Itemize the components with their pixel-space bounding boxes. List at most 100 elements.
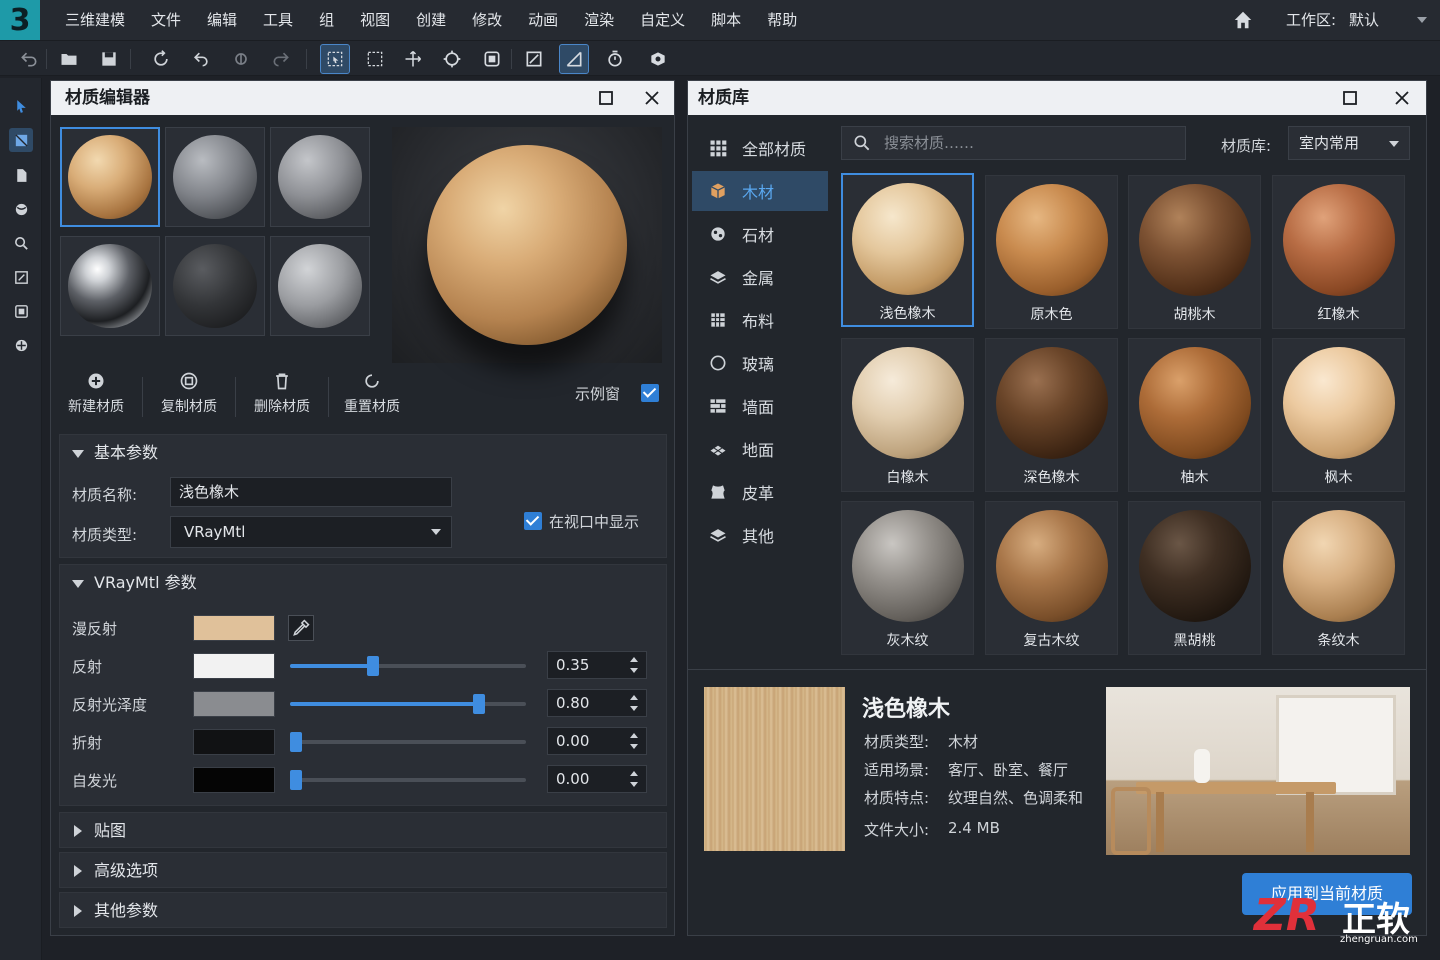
material-tile-maple[interactable]: 枫木 <box>1272 338 1405 492</box>
maximize-icon[interactable] <box>597 89 615 107</box>
save-icon[interactable] <box>94 44 124 74</box>
frame-icon[interactable] <box>9 265 33 289</box>
rotate-gizmo-icon[interactable] <box>437 44 467 74</box>
material-name-input[interactable]: 浅色橡木 <box>170 477 452 507</box>
copy-material-button[interactable]: 复制材质 <box>144 371 234 416</box>
menu-item-render[interactable]: 渲染 <box>571 0 627 40</box>
pointer-icon[interactable] <box>9 94 33 118</box>
align-icon[interactable] <box>519 44 549 74</box>
decrement-icon[interactable] <box>630 744 638 749</box>
eyedropper-button[interactable] <box>288 615 314 641</box>
self-illumination-slider-handle[interactable] <box>290 770 302 790</box>
material-tile-teak[interactable]: 柚木 <box>1128 338 1261 492</box>
advanced-options-section[interactable]: 高级选项 <box>59 852 667 888</box>
redo-icon[interactable] <box>186 44 216 74</box>
basic-params-header[interactable]: 基本参数 <box>60 435 666 471</box>
glossiness-slider[interactable] <box>290 694 526 714</box>
menu-item-create[interactable]: 创建 <box>403 0 459 40</box>
menu-item-modeling[interactable]: 三维建模 <box>52 0 138 40</box>
show-in-viewport-checkbox[interactable] <box>524 512 542 530</box>
redo-disabled-icon[interactable] <box>266 44 296 74</box>
reflection-value-input[interactable]: 0.35 <box>547 651 647 679</box>
decrement-icon[interactable] <box>630 668 638 673</box>
open-folder-icon[interactable] <box>54 44 84 74</box>
category-wall[interactable]: 墙面 <box>692 386 828 426</box>
select-object-icon[interactable] <box>320 44 350 74</box>
maximize-icon[interactable] <box>1341 89 1359 107</box>
category-metal[interactable]: 金属 <box>692 257 828 297</box>
library-select[interactable]: 室内常用 <box>1288 126 1410 160</box>
glossiness-color-swatch[interactable] <box>193 691 275 717</box>
reset-material-button[interactable]: 重置材质 <box>327 371 417 416</box>
undo-icon[interactable] <box>14 44 44 74</box>
increment-icon[interactable] <box>630 733 638 738</box>
glossiness-value-input[interactable]: 0.80 <box>547 689 647 717</box>
menu-item-edit[interactable]: 编辑 <box>194 0 250 40</box>
render-setup-icon[interactable] <box>600 44 630 74</box>
menu-item-modify[interactable]: 修改 <box>459 0 515 40</box>
sample-window-checkbox[interactable] <box>641 384 659 402</box>
maps-section[interactable]: 贴图 <box>59 812 667 848</box>
refraction-color-swatch[interactable] <box>193 729 275 755</box>
region-select-icon[interactable] <box>360 44 390 74</box>
material-tile-red-oak[interactable]: 红橡木 <box>1272 175 1405 329</box>
material-icon[interactable] <box>9 128 33 152</box>
menu-item-group[interactable]: 组 <box>306 0 347 40</box>
increment-icon[interactable] <box>630 657 638 662</box>
category-all[interactable]: 全部材质 <box>692 128 828 168</box>
menu-item-customize[interactable]: 自定义 <box>627 0 698 40</box>
diffuse-color-swatch[interactable] <box>193 615 275 641</box>
reflection-slider[interactable] <box>290 656 526 676</box>
category-fabric[interactable]: 布料 <box>692 300 828 340</box>
sample-slot-4[interactable] <box>60 236 160 336</box>
material-tile-grey-wood[interactable]: 灰木纹 <box>841 501 974 655</box>
self-illumination-slider[interactable] <box>290 770 526 790</box>
material-tile-striped-wood[interactable]: 条纹木 <box>1272 501 1405 655</box>
other-params-section[interactable]: 其他参数 <box>59 892 667 928</box>
category-glass[interactable]: 玻璃 <box>692 343 828 383</box>
material-editor-icon[interactable] <box>559 44 589 74</box>
category-leather[interactable]: 皮革 <box>692 472 828 512</box>
reflection-slider-handle[interactable] <box>366 656 379 676</box>
globe-icon[interactable] <box>9 197 33 221</box>
refraction-value-input[interactable]: 0.00 <box>547 727 647 755</box>
workspace-select[interactable]: 默认 <box>1349 0 1379 40</box>
new-material-button[interactable]: 新建材质 <box>51 371 141 416</box>
delete-material-button[interactable]: 删除材质 <box>237 371 327 416</box>
increment-icon[interactable] <box>630 771 638 776</box>
menu-item-view[interactable]: 视图 <box>347 0 403 40</box>
material-tile-light-oak[interactable]: 浅色橡木 <box>841 173 974 327</box>
material-tile-natural-wood[interactable]: 原木色 <box>985 175 1118 329</box>
maximize-icon[interactable] <box>9 299 33 323</box>
menu-item-tools[interactable]: 工具 <box>250 0 306 40</box>
material-type-select[interactable]: VRayMtl <box>170 516 452 548</box>
file-icon[interactable] <box>9 163 33 187</box>
close-icon[interactable] <box>643 89 661 107</box>
decrement-icon[interactable] <box>630 706 638 711</box>
home-icon[interactable] <box>1232 9 1254 31</box>
menu-item-script[interactable]: 脚本 <box>698 0 754 40</box>
category-wood[interactable]: 木材 <box>692 171 828 211</box>
decrement-icon[interactable] <box>630 782 638 787</box>
render-icon[interactable] <box>643 44 673 74</box>
rotate-icon[interactable] <box>146 44 176 74</box>
material-tile-antique-wood[interactable]: 复古木纹 <box>985 501 1118 655</box>
sample-slot-1[interactable] <box>60 127 160 227</box>
material-tile-black-walnut[interactable]: 黑胡桃 <box>1128 501 1261 655</box>
material-tile-white-oak[interactable]: 白橡木 <box>841 338 974 492</box>
menu-item-help[interactable]: 帮助 <box>754 0 810 40</box>
material-tile-walnut[interactable]: 胡桃木 <box>1128 175 1261 329</box>
zoom-icon[interactable] <box>9 231 33 255</box>
link-icon[interactable] <box>226 44 256 74</box>
menu-item-animation[interactable]: 动画 <box>515 0 571 40</box>
sample-slot-6[interactable] <box>270 236 370 336</box>
category-floor[interactable]: 地面 <box>692 429 828 469</box>
reflection-color-swatch[interactable] <box>193 653 275 679</box>
material-tile-dark-oak[interactable]: 深色橡木 <box>985 338 1118 492</box>
category-other[interactable]: 其他 <box>692 515 828 555</box>
sample-slot-2[interactable] <box>165 127 265 227</box>
refraction-slider[interactable] <box>290 732 526 752</box>
increment-icon[interactable] <box>630 695 638 700</box>
self-illumination-color-swatch[interactable] <box>193 767 275 793</box>
scale-icon[interactable] <box>477 44 507 74</box>
